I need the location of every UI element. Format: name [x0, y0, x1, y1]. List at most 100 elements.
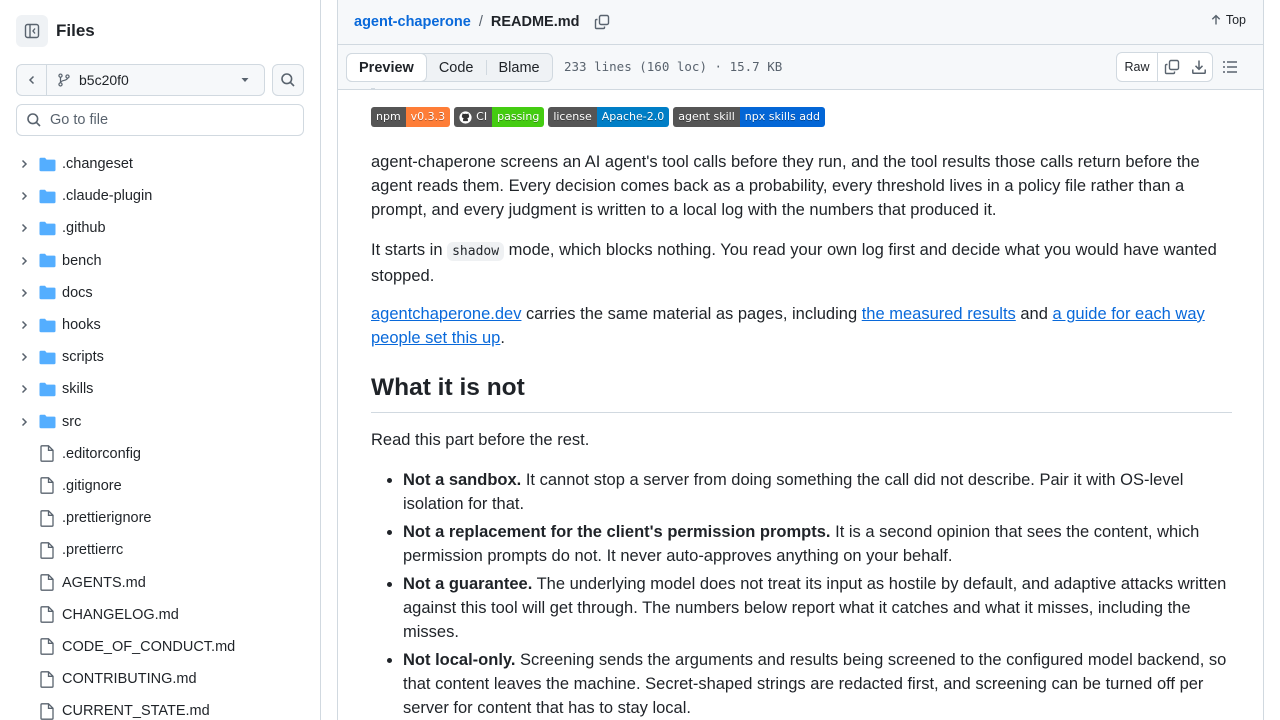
shadow-code: shadow: [447, 242, 505, 261]
tree-item-icon: [38, 157, 56, 172]
tree-item-icon: [38, 285, 56, 300]
copy-icon: [594, 14, 609, 30]
outline-button[interactable]: [1218, 55, 1242, 79]
download-button[interactable]: [1185, 53, 1212, 81]
search-files-button[interactable]: [272, 64, 304, 96]
badge-npm[interactable]: npm v0.3.3: [371, 107, 451, 127]
file-metadata: 233 lines (160 loc) · 15.7 KB: [564, 59, 783, 74]
folder-icon: [39, 253, 55, 268]
expand-toggle[interactable]: [16, 287, 32, 299]
tree-file-row[interactable]: CONTRIBUTING.md: [0, 663, 320, 695]
badge-label-text: license: [553, 110, 592, 123]
tree-folder-row[interactable]: docs: [0, 277, 320, 309]
badge-license[interactable]: license Apache-2.0: [548, 107, 670, 127]
chevron-right-icon: [21, 321, 28, 330]
tree-item-icon: [38, 445, 56, 463]
tree-file-row[interactable]: CURRENT_STATE.md: [0, 695, 320, 720]
tree-folder-row[interactable]: .changeset: [0, 148, 320, 180]
breadcrumb-repo-link[interactable]: agent-chaperone: [354, 14, 471, 30]
file-icon: [40, 702, 54, 720]
tree-item-name: scripts: [62, 349, 104, 366]
tree-file-row[interactable]: CHANGELOG.md: [0, 599, 320, 631]
expand-toggle[interactable]: [16, 351, 32, 363]
go-to-file-input[interactable]: [50, 112, 290, 128]
p3-text-a: carries the same material as pages, incl…: [521, 305, 862, 323]
badge-label-text: npm: [376, 110, 401, 123]
tree-folder-row[interactable]: .github: [0, 212, 320, 244]
tree-folder-row[interactable]: hooks: [0, 309, 320, 341]
badge-agent-skill[interactable]: agent skill npx skills add: [673, 107, 825, 127]
badge-value: Apache-2.0: [596, 107, 670, 127]
arrow-up-icon: [1211, 14, 1221, 25]
tree-file-row[interactable]: .editorconfig: [0, 438, 320, 470]
raw-button[interactable]: Raw: [1117, 53, 1158, 81]
badge-row: npm v0.3.3 CI passing license Apache-2.0 agent…: [371, 107, 825, 127]
list-item: Not a guarantee. The underlying model do…: [403, 572, 1232, 644]
bullet-title: Not a guarantee.: [403, 575, 533, 593]
file-icon: [40, 477, 54, 495]
tree-item-name: CONTRIBUTING.md: [62, 671, 197, 688]
expand-toggle[interactable]: [16, 190, 32, 202]
sidebar-header: Files: [16, 15, 95, 47]
back-button[interactable]: [16, 64, 47, 96]
sidebar-title: Files: [56, 21, 95, 40]
chevron-right-icon: [21, 385, 28, 394]
git-branch-icon: [58, 73, 70, 87]
tab-code[interactable]: Code: [427, 54, 486, 81]
chevron-right-icon: [21, 353, 28, 362]
expand-toggle[interactable]: [16, 255, 32, 267]
section-intro: Read this part before the rest.: [371, 431, 590, 449]
go-to-file-field[interactable]: [16, 104, 304, 136]
tree-item-name: .gitignore: [62, 477, 122, 494]
expand-toggle[interactable]: [16, 158, 32, 170]
expand-toggle[interactable]: [16, 416, 32, 428]
tree-item-icon: [38, 670, 56, 688]
measured-results-link[interactable]: the measured results: [862, 305, 1016, 323]
tree-file-row[interactable]: AGENTS.md: [0, 566, 320, 598]
p3-text-b: and: [1015, 305, 1053, 323]
tree-folder-row[interactable]: skills: [0, 373, 320, 405]
tree-file-row[interactable]: .gitignore: [0, 470, 320, 502]
badge-value: passing: [492, 107, 545, 127]
file-tree-sidebar: Files b5c20f0 .changeset .claude-plugin .g…: [0, 0, 321, 720]
list-outline-icon: [1223, 61, 1237, 73]
search-icon: [281, 73, 295, 87]
tree-folder-row[interactable]: .claude-plugin: [0, 180, 320, 212]
tree-folder-row[interactable]: src: [0, 406, 320, 438]
tree-file-row[interactable]: .prettierignore: [0, 502, 320, 534]
back-to-top-link[interactable]: Top: [1210, 13, 1246, 27]
p2-text-a: It starts in: [371, 241, 448, 259]
tree-item-icon: [38, 702, 56, 720]
tab-preview[interactable]: Preview: [346, 53, 427, 82]
tree-file-row[interactable]: CODE_OF_CONDUCT.md: [0, 631, 320, 663]
top-label: Top: [1225, 13, 1246, 27]
expand-toggle[interactable]: [16, 222, 32, 234]
chevron-right-icon: [21, 224, 28, 233]
folder-icon: [39, 318, 55, 332]
collapse-sidebar-button[interactable]: [16, 15, 48, 47]
copy-path-button[interactable]: [592, 12, 612, 32]
tree-item-icon: [38, 221, 56, 236]
expand-toggle[interactable]: [16, 383, 32, 395]
chevron-right-icon: [21, 256, 28, 265]
tree-item-icon: [38, 350, 56, 365]
tree-item-icon: [38, 414, 56, 429]
tree-folder-row[interactable]: bench: [0, 245, 320, 277]
tab-blame[interactable]: Blame: [487, 54, 552, 81]
branch-row: b5c20f0: [16, 64, 304, 96]
intro-paragraph: agent-chaperone screens an AI agent's to…: [371, 153, 1200, 219]
file-tree: .changeset .claude-plugin .github bench docs…: [0, 148, 320, 720]
tree-item-name: hooks: [62, 317, 101, 334]
section-heading: What it is not: [371, 371, 1232, 413]
branch-selector[interactable]: b5c20f0: [47, 64, 265, 96]
tree-file-row[interactable]: .prettierrc: [0, 534, 320, 566]
copy-raw-button[interactable]: [1158, 53, 1185, 81]
badge-ci[interactable]: CI passing: [454, 107, 545, 127]
file-viewer: agent-chaperone / README.md Top Preview …: [337, 0, 1264, 720]
chevron-right-icon: [21, 192, 28, 201]
website-link[interactable]: agentchaperone.dev: [371, 305, 521, 323]
tree-folder-row[interactable]: scripts: [0, 341, 320, 373]
expand-toggle[interactable]: [16, 319, 32, 331]
tree-item-name: .changeset: [62, 156, 133, 173]
bullet-title: Not a replacement for the client's permi…: [403, 523, 831, 541]
